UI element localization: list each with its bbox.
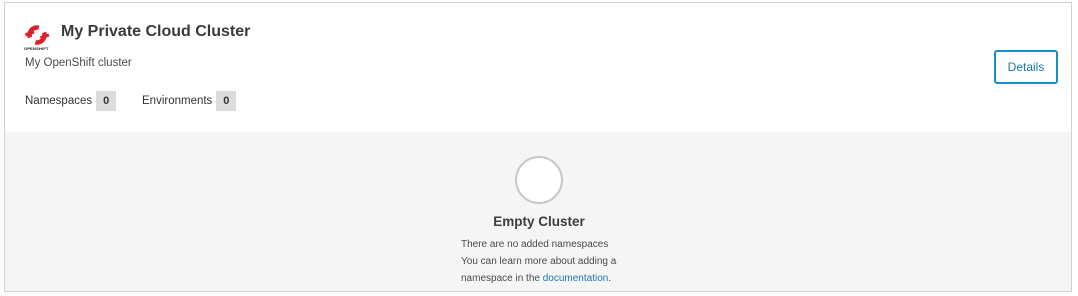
empty-state-line-2: You can learn more about adding a [461, 256, 617, 267]
cluster-header: OPENSHIFT My Private Cloud Cluster My Op… [5, 3, 1071, 133]
empty-state-line-3: namespace in the documentation. [461, 270, 641, 287]
environments-count-badge: 0 [216, 91, 237, 111]
empty-state-message: There are no added namespaces You can le… [461, 236, 641, 287]
cluster-title: My Private Cloud Cluster [61, 23, 251, 40]
logo-wordmark: OPENSHIFT [24, 46, 49, 51]
empty-state-line-3-suffix: . [608, 273, 612, 284]
cluster-card: OPENSHIFT My Private Cloud Cluster My Op… [4, 2, 1072, 292]
namespaces-label: Namespaces [25, 95, 93, 107]
empty-state-line-3-prefix: namespace in the [461, 273, 543, 284]
empty-cluster-panel: Empty Cluster There are no added namespa… [5, 132, 1071, 291]
empty-state-circle-icon [515, 156, 563, 204]
empty-state-title: Empty Cluster [493, 214, 585, 229]
namespaces-stat: Namespaces 0 [25, 91, 117, 111]
environments-stat: Environments 0 [142, 91, 237, 111]
environments-label: Environments [142, 95, 213, 107]
details-button[interactable]: Details [994, 50, 1058, 84]
namespaces-count-badge: 0 [96, 91, 117, 111]
empty-state-line-1: There are no added namespaces [461, 239, 609, 250]
documentation-link[interactable]: documentation [543, 273, 609, 284]
cluster-description: My OpenShift cluster [25, 57, 132, 69]
